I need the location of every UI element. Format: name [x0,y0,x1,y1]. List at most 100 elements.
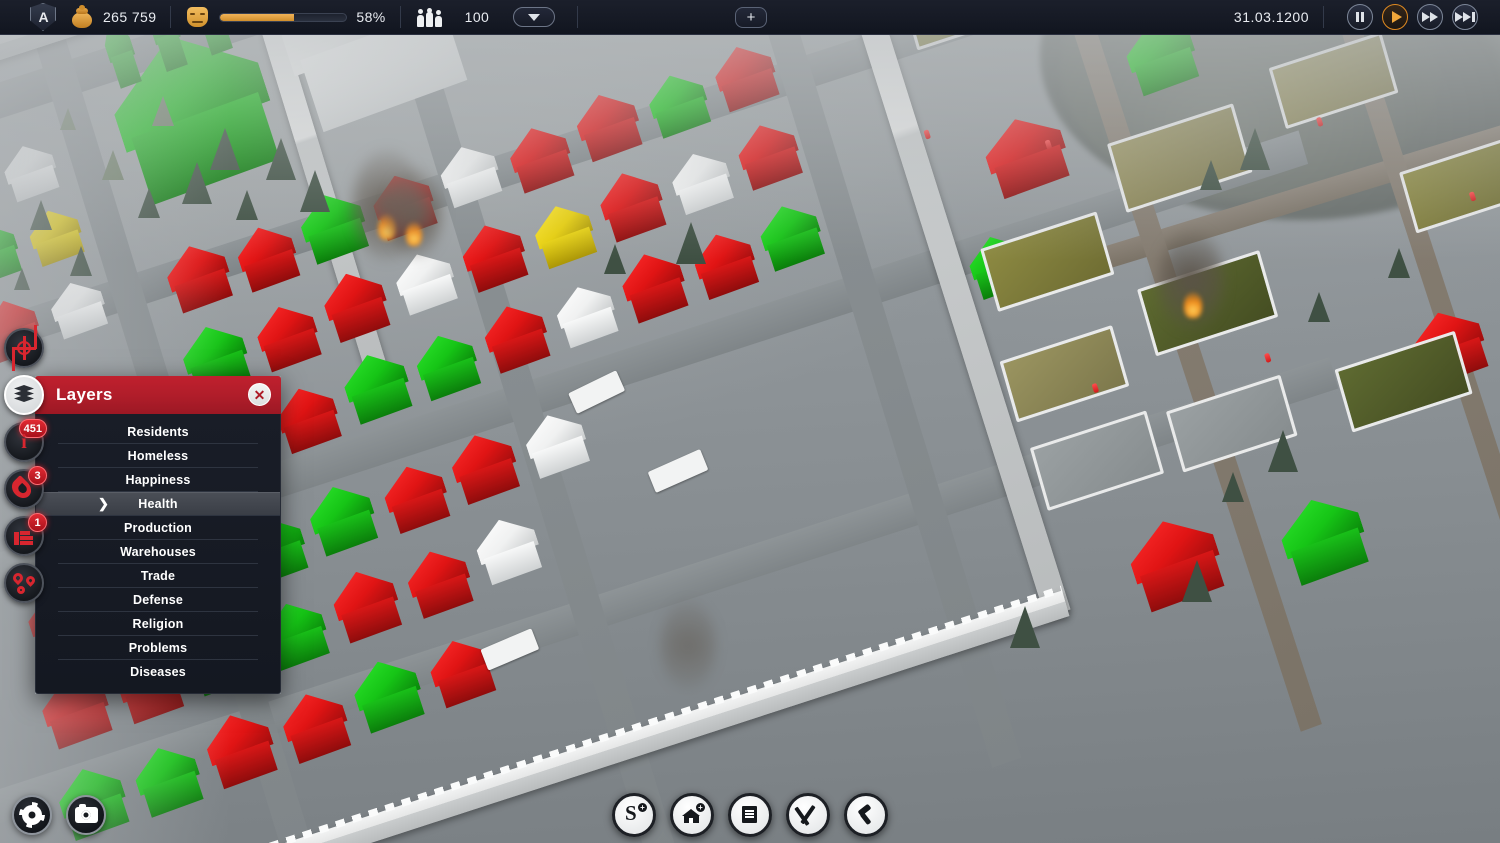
layer-item-happiness[interactable]: Happiness [58,468,258,492]
layer-item-trade[interactable]: Trade [58,564,258,588]
layers-list: Residents Homeless Happiness ❯ Health Product… [35,414,281,694]
game-date: 31.03.1200 [1234,9,1309,25]
tree [102,150,124,180]
layer-item-label: Happiness [125,473,190,487]
population-value: 100 [465,9,490,25]
build-road-button[interactable]: + [612,793,656,837]
tree [60,108,76,130]
tree [1182,560,1212,602]
money-bag-icon [70,6,94,28]
tree [1388,248,1410,278]
layer-item-production[interactable]: Production [58,516,258,540]
crosshair-icon [13,337,35,359]
play-button[interactable] [1382,4,1408,30]
faction-crest-icon[interactable]: A [30,3,56,31]
decrees-button[interactable] [728,793,772,837]
divider [1323,6,1324,28]
left-icon-rail: 451 i 3 1 [4,328,48,610]
layer-item-warehouses[interactable]: Warehouses [58,540,258,564]
divider [577,6,578,28]
tree [1222,472,1244,502]
layer-item-label: Trade [141,569,175,583]
pause-button[interactable] [1347,4,1373,30]
happiness-mask-icon [187,7,208,27]
tree [138,188,160,218]
tree [1010,606,1040,648]
focus-crosshair-button[interactable] [4,328,44,368]
info-button[interactable]: 451 i [4,422,44,462]
smoke-plume [660,600,716,690]
crest-letter: A [38,9,47,25]
fast-forward-button[interactable] [1417,4,1443,30]
population-dropdown-button[interactable] [513,7,555,27]
build-building-button[interactable]: + [670,793,714,837]
layers-panel-titlebar: Layers ✕ [35,376,281,414]
build-toolbar: + + [612,793,888,837]
layer-item-label: Production [124,521,192,535]
tree [30,200,52,230]
screenshot-button[interactable] [66,795,106,835]
layer-item-label: Religion [133,617,184,631]
scroll-icon [740,805,760,825]
military-button[interactable] [786,793,830,837]
info-icon: i [13,431,35,453]
camera-icon [75,807,98,823]
flame-icon [13,478,35,500]
tree [182,162,212,204]
happiness-bar [219,13,347,22]
layers-icon [13,384,35,406]
tree [300,170,330,212]
tree [1200,160,1222,190]
layer-item-problems[interactable]: Problems [58,636,258,660]
tree [14,268,30,290]
fire [1184,292,1202,318]
gear-icon [22,805,42,825]
add-button[interactable]: + [735,7,767,28]
top-status-bar: A 265 759 58% 100 + 31.03.1200 [0,0,1500,35]
game-screen: A 265 759 58% 100 + 31.03.1200 [0,0,1500,843]
hammer-icon [856,805,876,825]
settings-button[interactable] [12,795,52,835]
layer-item-label: Warehouses [120,545,196,559]
happiness-value: 58% [356,9,385,25]
layer-item-diseases[interactable]: Diseases [58,660,258,684]
tree [266,138,296,180]
layer-item-label: Diseases [130,665,186,679]
people-icon [417,8,443,27]
layer-item-residents[interactable]: Residents [58,420,258,444]
divider [170,6,171,28]
demolish-button[interactable] [844,793,888,837]
divider [400,6,401,28]
tree [1308,292,1330,322]
production-alerts-button[interactable]: 1 [4,516,44,556]
tree [676,222,706,264]
crossed-swords-icon [798,805,818,825]
house-plus-icon: + [682,805,702,825]
fastest-forward-button[interactable] [1452,4,1478,30]
layers-panel-title: Layers [56,385,113,405]
tree [210,128,240,170]
selected-chevron-icon: ❯ [98,496,109,512]
fire [406,222,422,246]
layer-item-health[interactable]: ❯ Health [36,492,280,516]
tree [604,244,626,274]
layer-item-label: Health [138,497,177,511]
tree [236,190,258,220]
production-icon [13,525,35,547]
map-markers-button[interactable] [4,563,44,603]
layer-item-label: Defense [133,593,183,607]
layer-item-religion[interactable]: Religion [58,612,258,636]
layer-item-label: Problems [129,641,188,655]
bottom-left-controls [12,795,106,835]
close-icon[interactable]: ✕ [248,383,271,406]
layer-item-label: Homeless [128,449,189,463]
layers-button[interactable] [4,375,44,415]
layer-item-defense[interactable]: Defense [58,588,258,612]
layer-item-homeless[interactable]: Homeless [58,444,258,468]
layer-item-label: Residents [127,425,189,439]
road-plus-icon: + [624,805,644,825]
fire-alerts-button[interactable]: 3 [4,469,44,509]
gold-amount: 265 759 [103,9,156,25]
layers-panel: Layers ✕ Residents Homeless Happiness ❯ Heal… [35,376,281,694]
chevron-down-icon [528,14,540,21]
